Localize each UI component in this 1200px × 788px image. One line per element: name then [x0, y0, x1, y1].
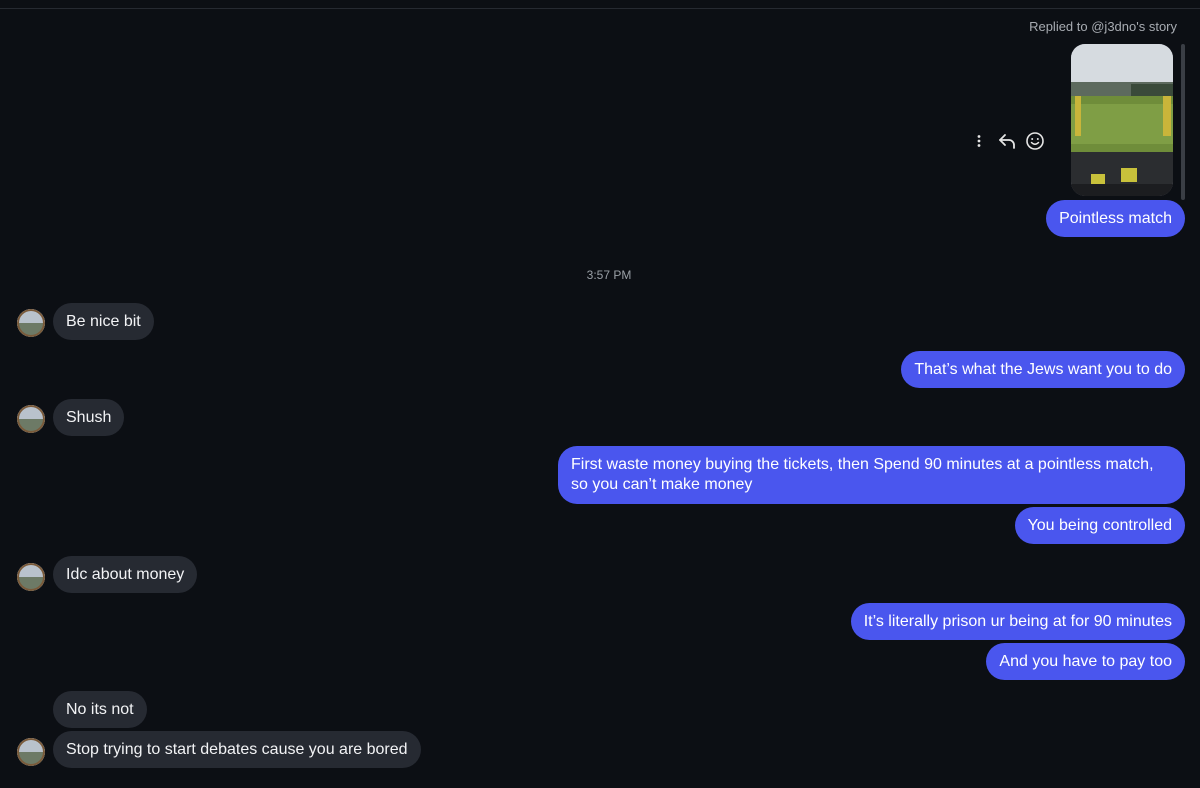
- more-vertical-icon[interactable]: [968, 130, 990, 152]
- message-outgoing[interactable]: And you have to pay too: [986, 643, 1185, 680]
- avatar[interactable]: [17, 309, 45, 337]
- message-incoming[interactable]: Be nice bit: [53, 303, 154, 340]
- message-incoming[interactable]: Idc about money: [53, 556, 198, 593]
- message-outgoing[interactable]: Pointless match: [1046, 200, 1185, 237]
- message-outgoing[interactable]: You being controlled: [1014, 507, 1185, 544]
- message-outgoing[interactable]: That’s what the Jews want you to do: [901, 351, 1185, 388]
- message-outgoing[interactable]: First waste money buying the tickets, th…: [558, 446, 1185, 504]
- message-actions: [968, 130, 1046, 152]
- message-incoming[interactable]: Shush: [53, 399, 125, 436]
- reply-icon[interactable]: [996, 130, 1018, 152]
- message-incoming[interactable]: No its not: [53, 691, 147, 728]
- avatar[interactable]: [17, 563, 45, 591]
- smiley-icon[interactable]: [1024, 130, 1046, 152]
- message-incoming[interactable]: Stop trying to start debates cause you a…: [53, 731, 421, 768]
- avatar[interactable]: [17, 405, 45, 433]
- avatar[interactable]: [17, 738, 45, 766]
- story-thumbnail[interactable]: [1071, 44, 1173, 196]
- timestamp-divider: 3:57 PM: [586, 268, 632, 282]
- message-outgoing[interactable]: It’s literally prison ur being at for 90…: [850, 603, 1185, 640]
- stadium-image: [1071, 44, 1173, 196]
- scrollbar[interactable]: [1181, 44, 1185, 200]
- replied-to-story-label: Replied to @j3dno's story: [1029, 19, 1177, 34]
- top-divider: [0, 0, 1200, 9]
